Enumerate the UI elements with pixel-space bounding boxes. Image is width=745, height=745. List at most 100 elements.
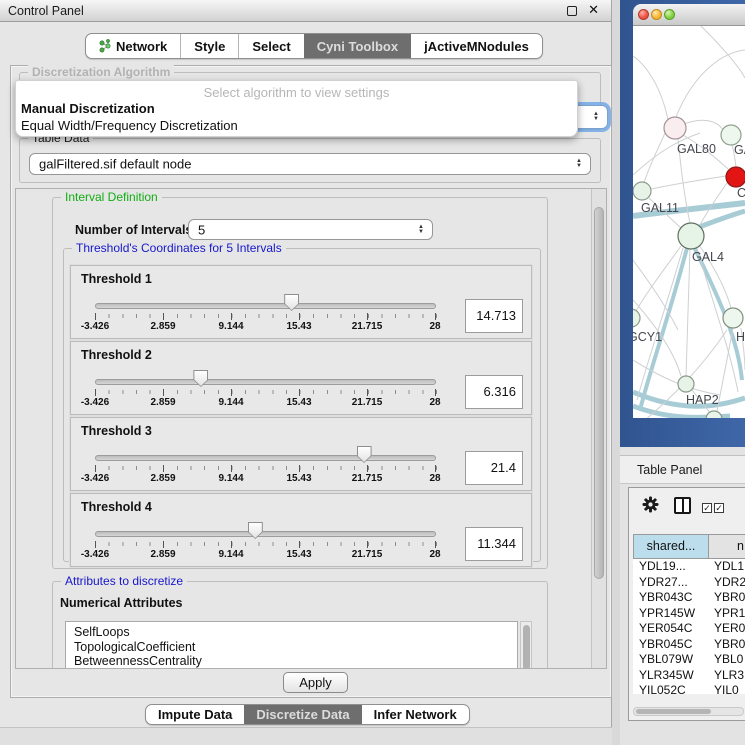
slider-tick-label: 2.859 [150, 397, 175, 408]
tab-network[interactable]: Network [86, 34, 180, 58]
network-node[interactable] [664, 117, 686, 139]
network-window-titlebar[interactable] [633, 4, 745, 26]
network-node[interactable] [678, 223, 704, 249]
attributes-fieldset: Attributes to discretize Numerical Attri… [52, 581, 548, 669]
cell-name[interactable]: YBR0 [709, 590, 745, 606]
apply-button[interactable]: Apply [283, 672, 348, 693]
cell-shared-name[interactable]: YLR345W [633, 668, 709, 684]
attribute-list-item[interactable]: SelfLoops [74, 625, 517, 640]
split-view-icon[interactable] [674, 497, 691, 514]
panel-scrollbar[interactable] [591, 189, 606, 668]
checked-checkbox-icon[interactable]: ✓ [714, 503, 724, 513]
cell-name[interactable]: YER0 [709, 621, 745, 637]
dropdown-option-manual[interactable]: Manual Discretization [21, 101, 155, 116]
tab-label: Cyni Toolbox [317, 39, 398, 54]
minimize-traffic-light[interactable] [651, 9, 662, 20]
settings-gear-icon[interactable] [642, 496, 659, 513]
cell-shared-name[interactable]: YER054C [633, 621, 709, 637]
node-label: GCY1 [633, 330, 662, 344]
zoom-traffic-light[interactable] [664, 9, 675, 20]
slider-tick-label: 28 [429, 473, 440, 484]
network-node[interactable] [706, 411, 722, 418]
cell-shared-name[interactable]: YBR045C [633, 637, 709, 653]
cell-name[interactable]: YBR0 [709, 637, 745, 653]
cell-name[interactable]: YDR2 [709, 575, 745, 591]
slider-major-tick [299, 465, 300, 472]
screenshot-root: Control Panel ✕ Network Style Select Cyni T… [0, 0, 745, 745]
table-row[interactable]: YIL052CYIL0 [633, 683, 745, 694]
cell-shared-name[interactable]: YDL19... [633, 559, 709, 575]
table-data-combobox[interactable]: galFiltered.sif default node ▲▼ [29, 153, 591, 175]
cell-name[interactable]: YDL1 [709, 559, 744, 575]
table-row[interactable]: YDR27...YDR2 [633, 575, 745, 591]
cell-name[interactable]: YLR3 [709, 668, 744, 684]
slider-major-tick [95, 313, 96, 320]
threshold-value-field[interactable]: 6.316 [465, 375, 523, 409]
cell-name[interactable]: YPR1 [709, 606, 745, 622]
checked-checkbox-icon[interactable]: ✓ [702, 503, 712, 513]
attribute-list-item[interactable]: TopologicalCoefficient [74, 640, 517, 655]
slider-tick-label: 9.144 [218, 321, 243, 332]
cell-name[interactable]: YIL0 [709, 683, 739, 694]
table-horizontal-scrollbar[interactable] [633, 707, 744, 716]
tab-style[interactable]: Style [180, 34, 238, 58]
slider-major-tick [367, 313, 368, 320]
table-panel-title: Table Panel [637, 463, 702, 477]
network-node[interactable] [633, 309, 640, 327]
table-row[interactable]: YBL079WYBL0 [633, 652, 745, 668]
table-row[interactable]: YLR345WYLR3 [633, 668, 745, 684]
network-node[interactable] [678, 376, 694, 392]
interval-definition-label: Interval Definition [61, 190, 162, 204]
threshold-value-field[interactable]: 14.713 [465, 299, 523, 333]
dropdown-option-equal-width[interactable]: Equal Width/Frequency Discretization [21, 118, 238, 133]
control-panel-titlebar[interactable]: Control Panel ✕ [0, 0, 611, 22]
table-scrollbar-thumb[interactable] [636, 709, 711, 714]
cell-shared-name[interactable]: YBL079W [633, 652, 709, 668]
node-label: GAL80 [677, 142, 716, 156]
tab-select[interactable]: Select [238, 34, 303, 58]
cell-shared-name[interactable]: YPR145W [633, 606, 709, 622]
slider-major-tick [299, 389, 300, 396]
number-of-intervals-combobox[interactable]: 5 ▲▼ [188, 219, 433, 240]
close-window-icon[interactable]: ✕ [588, 2, 599, 18]
table-row[interactable]: YDL19...YDL1 [633, 559, 745, 575]
column-header-name[interactable]: n [709, 534, 745, 559]
network-canvas[interactable]: GAL80GACGAL11GAL4GCY1HHAP2 [633, 26, 745, 418]
threshold-value-field[interactable]: 11.344 [465, 527, 523, 561]
cell-shared-name[interactable]: YBR043C [633, 590, 709, 606]
attributes-list-scrollbar[interactable] [520, 621, 532, 669]
tab-jactivemnodules[interactable]: jActiveMNodules [411, 34, 542, 58]
cell-shared-name[interactable]: YIL052C [633, 683, 709, 694]
attribute-list-item[interactable]: BetweennessCentrality [74, 654, 517, 669]
tab-impute-data[interactable]: Impute Data [146, 705, 244, 724]
tab-infer-network[interactable]: Infer Network [362, 705, 469, 724]
network-node[interactable] [633, 182, 651, 200]
numerical-attributes-list[interactable]: SelfLoopsTopologicalCoefficientBetweenne… [65, 621, 518, 669]
slider-track[interactable] [95, 379, 436, 385]
tab-label: Discretize Data [256, 707, 349, 722]
network-node[interactable] [726, 167, 745, 187]
slider-major-tick [163, 389, 164, 396]
slider-track[interactable] [95, 303, 436, 309]
close-traffic-light[interactable] [638, 9, 649, 20]
table-panel-titlebar[interactable]: Table Panel [620, 455, 745, 484]
threshold-value-field[interactable]: 21.4 [465, 451, 523, 485]
tab-cyni-toolbox[interactable]: Cyni Toolbox [304, 34, 411, 58]
node-label: H [736, 330, 745, 344]
table-row[interactable]: YER054CYER0 [633, 621, 745, 637]
tab-label: Select [252, 39, 290, 54]
network-node[interactable] [723, 308, 743, 328]
slider-track[interactable] [95, 455, 436, 461]
column-header-shared-name[interactable]: shared... [633, 534, 709, 559]
cell-shared-name[interactable]: YDR27... [633, 575, 709, 591]
table-row[interactable]: YBR043CYBR0 [633, 590, 745, 606]
tab-discretize-data[interactable]: Discretize Data [244, 705, 361, 724]
slider-track[interactable] [95, 531, 436, 537]
panel-scrollbar-thumb[interactable] [594, 207, 604, 579]
network-node[interactable] [721, 125, 741, 145]
float-window-icon[interactable] [567, 6, 577, 16]
tab-label: Style [194, 39, 225, 54]
cell-name[interactable]: YBL0 [709, 652, 743, 668]
table-row[interactable]: YPR145WYPR1 [633, 606, 745, 622]
table-row[interactable]: YBR045CYBR0 [633, 637, 745, 653]
